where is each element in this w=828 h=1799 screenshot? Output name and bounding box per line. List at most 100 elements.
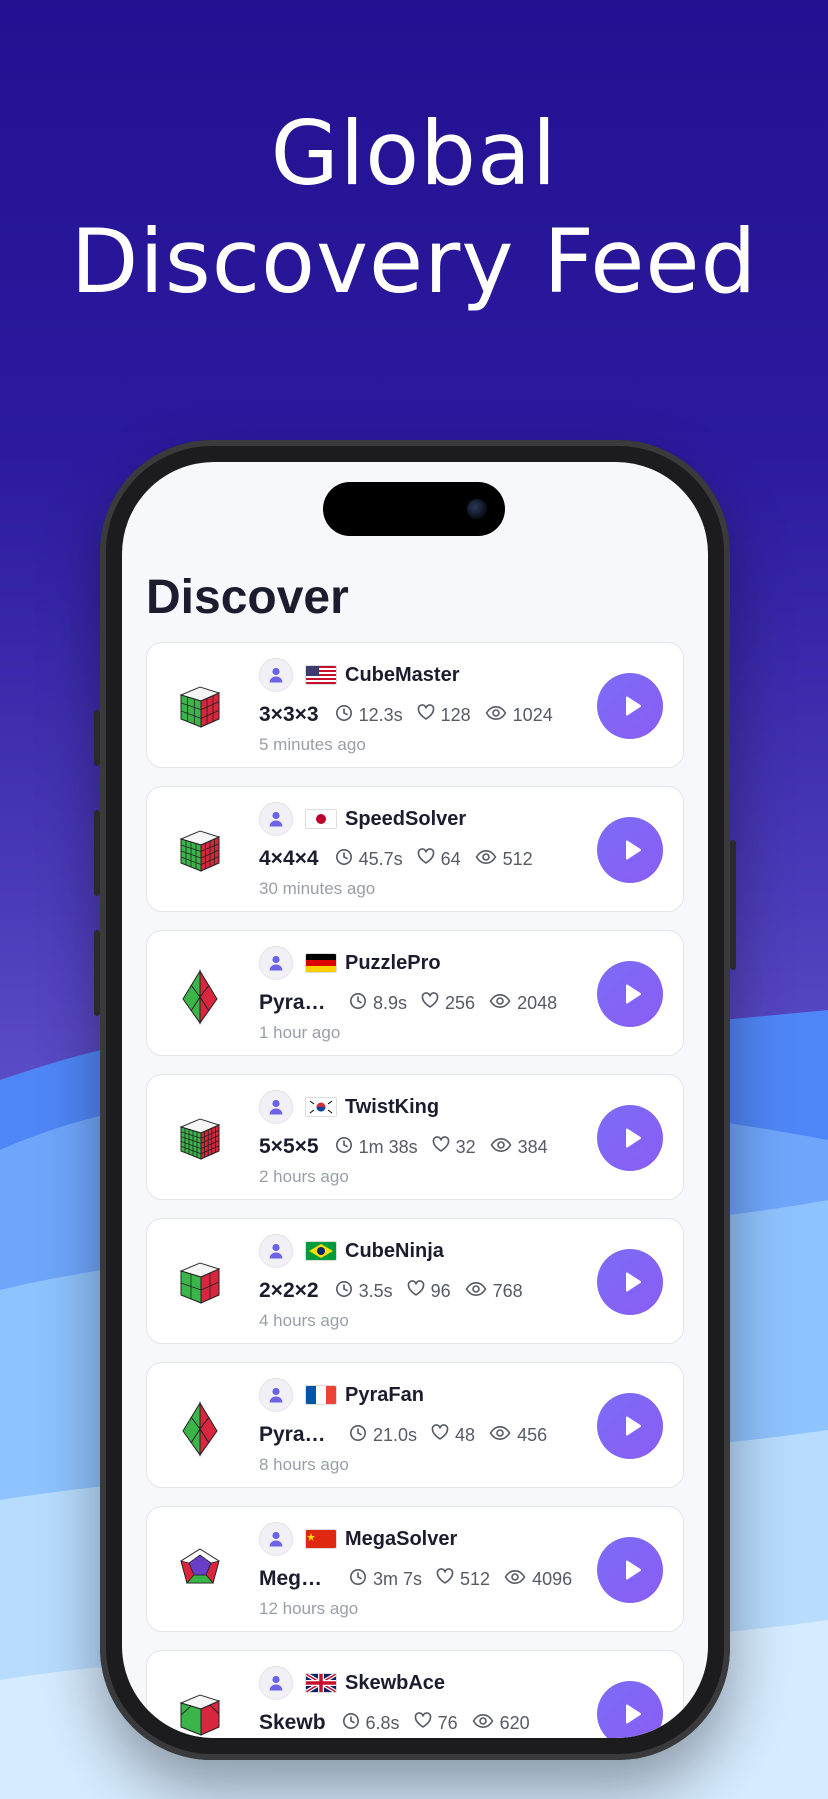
avatar-icon[interactable]	[259, 802, 293, 836]
pyraminx-icon	[177, 1401, 223, 1457]
user-row: TwistKing	[259, 1089, 439, 1125]
views-count: 456	[517, 1424, 548, 1445]
likes[interactable]: 32	[432, 1136, 476, 1158]
feed-card[interactable]: SpeedSolver 4×4×4 45.7s 64 512 30 minute…	[146, 786, 684, 912]
likes[interactable]: 76	[414, 1712, 458, 1734]
avatar-icon[interactable]	[259, 658, 293, 692]
username[interactable]: MegaSolver	[345, 1528, 457, 1551]
puzzle-type: 5×5×5	[259, 1135, 319, 1158]
views: 512	[475, 849, 533, 870]
feed-card[interactable]: MegaSolver Megaminx 3m 7s 512 4096 12 ho…	[146, 1506, 684, 1632]
views-count: 620	[499, 1712, 530, 1733]
likes-count: 96	[430, 1280, 451, 1301]
play-button[interactable]	[597, 1249, 663, 1315]
flag-fr-icon	[305, 1385, 337, 1405]
feed-card[interactable]: PyraFan Pyraminx 21.0s 48 456 8 hours ag…	[146, 1362, 684, 1488]
play-icon	[619, 693, 645, 719]
views-count: 1024	[512, 704, 553, 725]
feed-card[interactable]: TwistKing 5×5×5 1m 38s 32 384 2 hours ag…	[146, 1074, 684, 1200]
heart-icon[interactable]	[432, 1136, 456, 1158]
heart-icon[interactable]	[417, 848, 441, 870]
username[interactable]: CubeNinja	[345, 1240, 444, 1263]
avatar-icon[interactable]	[259, 1378, 293, 1412]
likes[interactable]: 48	[431, 1424, 475, 1446]
play-button[interactable]	[597, 961, 663, 1027]
likes[interactable]: 96	[407, 1280, 451, 1302]
username[interactable]: SkewbAce	[345, 1672, 445, 1695]
eye-icon	[489, 1425, 517, 1446]
play-button[interactable]	[597, 817, 663, 883]
solve-time: 1m 38s	[335, 1136, 418, 1159]
heart-icon[interactable]	[417, 704, 441, 726]
feed-card[interactable]: CubeNinja 2×2×2 3.5s 96 768 4 hours ago	[146, 1218, 684, 1344]
views: 620	[472, 1713, 530, 1734]
avatar-icon[interactable]	[259, 946, 293, 980]
user-row: CubeMaster	[259, 657, 459, 693]
heart-icon[interactable]	[407, 1280, 431, 1302]
flag-cn-icon	[305, 1529, 337, 1549]
play-icon	[619, 1701, 645, 1727]
time-ago: 30 minutes ago	[259, 879, 376, 898]
likes[interactable]: 64	[417, 848, 461, 870]
username[interactable]: PuzzlePro	[345, 952, 441, 975]
eye-icon	[475, 849, 503, 870]
flag-kr-icon	[305, 1097, 337, 1117]
user-row: SkewbAce	[259, 1665, 445, 1701]
avatar-icon[interactable]	[259, 1666, 293, 1700]
likes-count: 512	[460, 1568, 491, 1589]
play-button[interactable]	[597, 1681, 663, 1738]
time-ago: 4 hours ago	[259, 1311, 349, 1330]
likes-count: 128	[440, 704, 471, 725]
puzzle-type: Megaminx	[259, 1567, 333, 1590]
views-count: 384	[517, 1136, 548, 1157]
feed-card[interactable]: CubeMaster 3×3×3 12.3s 128 1024 5 minute…	[146, 642, 684, 768]
solve-time: 21.0s	[349, 1424, 417, 1447]
play-button[interactable]	[597, 673, 663, 739]
username[interactable]: CubeMaster	[345, 664, 459, 687]
megaminx-icon	[177, 1545, 223, 1593]
play-button[interactable]	[597, 1105, 663, 1171]
views: 1024	[485, 705, 553, 726]
likes-count: 64	[440, 848, 461, 869]
feed-card[interactable]: SkewbAce Skewb 6.8s 76 620	[146, 1650, 684, 1738]
play-button[interactable]	[597, 1537, 663, 1603]
likes[interactable]: 512	[436, 1568, 490, 1590]
heart-icon[interactable]	[431, 1424, 455, 1446]
discovery-feed[interactable]: CubeMaster 3×3×3 12.3s 128 1024 5 minute…	[146, 642, 684, 1738]
puzzle-type: Pyraminx	[259, 1423, 333, 1446]
play-icon	[619, 981, 645, 1007]
stats-row: Pyraminx 8.9s 256 2048	[259, 987, 571, 1019]
username[interactable]: SpeedSolver	[345, 808, 466, 831]
stats-row: Skewb 6.8s 76 620	[259, 1707, 544, 1738]
eye-icon	[472, 1713, 500, 1734]
time-ago: 2 hours ago	[259, 1167, 349, 1186]
solve-time-value: 21.0s	[373, 1424, 418, 1445]
heart-icon[interactable]	[436, 1568, 460, 1590]
flag-us-icon	[305, 665, 337, 685]
likes[interactable]: 256	[421, 992, 475, 1014]
feed-card[interactable]: PuzzlePro Pyraminx 8.9s 256 2048 1 hour …	[146, 930, 684, 1056]
stats-row: 3×3×3 12.3s 128 1024	[259, 699, 567, 731]
username[interactable]: PyraFan	[345, 1384, 424, 1407]
avatar-icon[interactable]	[259, 1090, 293, 1124]
play-button[interactable]	[597, 1393, 663, 1459]
play-icon	[619, 1413, 645, 1439]
username[interactable]: TwistKing	[345, 1096, 439, 1119]
avatar-icon[interactable]	[259, 1522, 293, 1556]
puzzle-type: 3×3×3	[259, 703, 319, 726]
solve-time-value: 6.8s	[365, 1712, 400, 1733]
likes-count: 32	[455, 1136, 476, 1157]
likes[interactable]: 128	[417, 704, 471, 726]
avatar-icon[interactable]	[259, 1234, 293, 1268]
solve-time-value: 3m 7s	[373, 1568, 423, 1589]
eye-icon	[490, 1137, 518, 1158]
clock-icon	[335, 1280, 359, 1303]
likes-count: 76	[437, 1712, 458, 1733]
phone-side-button	[730, 840, 736, 970]
solve-time: 12.3s	[335, 704, 403, 727]
heart-icon[interactable]	[414, 1712, 438, 1734]
cube-2x2-icon	[177, 1257, 223, 1305]
heart-icon[interactable]	[421, 992, 445, 1014]
user-row: MegaSolver	[259, 1521, 457, 1557]
time-ago: 1 hour ago	[259, 1023, 341, 1042]
